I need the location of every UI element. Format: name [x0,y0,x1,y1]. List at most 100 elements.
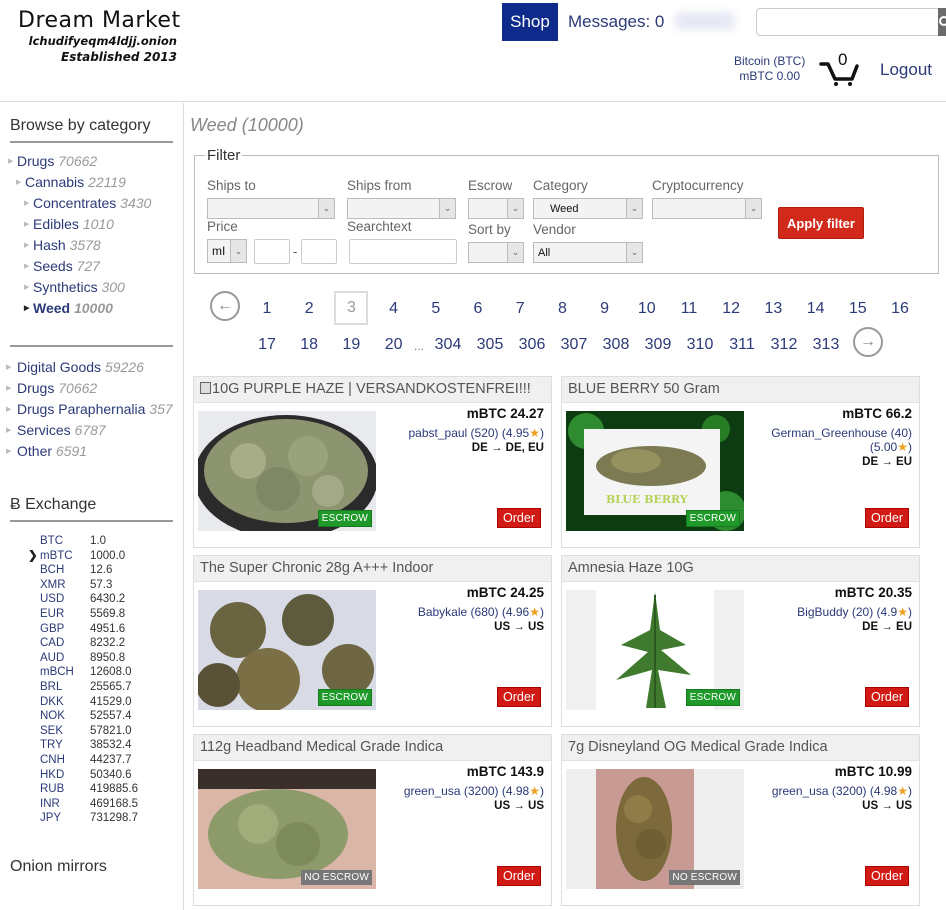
listing-title-link[interactable]: 112g Headband Medical Grade Indica [194,735,551,761]
category-item[interactable]: ▶ Seeds 727 [0,256,183,277]
top-category-item[interactable]: ▶ Services 6787 [0,420,183,441]
page-link[interactable]: 1 [250,299,284,319]
exchange-row[interactable]: CNH 44237.7 [40,753,138,768]
exchange-row[interactable]: JPY 731298.7 [40,811,138,826]
messages-link[interactable]: Messages: 0 [568,12,664,32]
exchange-row[interactable]: INR 469168.5 [40,797,138,812]
exchange-row[interactable]: BRL 25565.7 [40,680,138,695]
listing-image[interactable]: NO ESCROW [198,769,376,889]
page-link[interactable]: 17 [250,335,284,355]
exchange-row[interactable]: SEK 57821.0 [40,724,138,739]
top-category-item[interactable]: ▶ Digital Goods 59226 [0,357,183,378]
page-link[interactable]: 8 [545,299,579,319]
page-link[interactable]: 15 [841,299,875,319]
page-link[interactable]: 4 [377,299,411,319]
listing-title-link[interactable]: BLUE BERRY 50 Gram [562,377,919,403]
listing-image[interactable]: ESCROW [198,411,376,531]
order-button[interactable]: Order [497,866,541,886]
exchange-row[interactable]: BTC 1.0 [40,534,138,549]
listing-image[interactable]: BLUE BERRY ESCROW [566,411,744,531]
vendor-link[interactable]: Babykale (680) (4.96★) [418,605,544,619]
order-button[interactable]: Order [865,508,909,528]
page-link[interactable]: 307 [557,335,591,355]
page-link[interactable]: 305 [473,335,507,355]
next-page-button[interactable]: → [853,327,883,357]
category-item[interactable]: ▶ Synthetics 300 [0,277,183,298]
exchange-row[interactable]: mBCH 12608.0 [40,665,138,680]
page-link[interactable]: 12 [714,299,748,319]
page-link[interactable]: 306 [515,335,549,355]
ships-to-select[interactable]: ⌄ [207,198,335,219]
category-item[interactable]: ▶ Cannabis 22119 [0,172,183,193]
site-logo[interactable]: Dream Market lchudifyeqm4ldjj.onion Esta… [18,8,183,64]
listing-title-link[interactable]: 7g Disneyland OG Medical Grade Indica [562,735,919,761]
vendor-link[interactable]: pabst_paul (520) (4.95★) [408,426,544,440]
page-link[interactable]: 13 [756,299,790,319]
page-link[interactable]: 10 [630,299,664,319]
page-link[interactable]: 309 [641,335,675,355]
exchange-row[interactable]: USD 6430.2 [40,592,138,607]
exchange-row[interactable]: ❯ mBTC 1000.0 [28,549,138,564]
exchange-row[interactable]: EUR 5569.8 [40,607,138,622]
page-link[interactable]: 7 [503,299,537,319]
exchange-row[interactable]: CAD 8232.2 [40,636,138,651]
shop-nav-button[interactable]: Shop [502,3,558,41]
vendor-link[interactable]: green_usa (3200) (4.98★) [404,784,544,798]
page-link[interactable]: 20 [377,335,411,355]
exchange-row[interactable]: BCH 12.6 [40,563,138,578]
category-item[interactable]: ▶ Drugs 70662 [0,151,183,172]
listing-title-link[interactable]: The Super Chronic 28g A+++ Indoor [194,556,551,582]
order-button[interactable]: Order [497,508,541,528]
page-link[interactable]: 6 [461,299,495,319]
listing-title-link[interactable]: 10G PURPLE HAZE | VERSANDKOSTENFREI!!! [194,377,551,403]
search-input[interactable] [756,8,938,36]
cart-button[interactable]: 0 [818,50,862,86]
logout-link[interactable]: Logout [880,60,932,80]
top-category-item[interactable]: ▶ Drugs Paraphernalia 357 [0,399,183,420]
page-link[interactable]: 308 [599,335,633,355]
category-select[interactable]: Weed ⌄ [533,198,643,219]
exchange-row[interactable]: DKK 41529.0 [40,695,138,710]
page-link[interactable]: 19 [334,335,368,355]
top-category-item[interactable]: ▶ Drugs 70662 [0,378,183,399]
page-link[interactable]: 16 [883,299,917,319]
category-item[interactable]: ▶ Edibles 1010 [0,214,183,235]
price-min-input[interactable] [254,239,290,264]
exchange-row[interactable]: GBP 4951.6 [40,622,138,637]
apply-filter-button[interactable]: Apply filter [778,207,864,239]
vendor-link[interactable]: German_Greenhouse (40) [771,426,912,440]
price-unit-select[interactable]: mI ⌄ [207,239,247,263]
page-link[interactable]: 14 [799,299,833,319]
sort-by-select[interactable]: ⌄ [468,242,524,263]
search-button[interactable] [938,8,946,36]
page-link[interactable]: 311 [725,335,759,355]
exchange-row[interactable]: TRY 38532.4 [40,738,138,753]
vendor-link[interactable]: BigBuddy (20) (4.9★) [797,605,912,619]
vendor-link[interactable]: green_usa (3200) (4.98★) [772,784,912,798]
exchange-row[interactable]: XMR 57.3 [40,578,138,593]
escrow-select[interactable]: ⌄ [468,198,524,219]
page-link[interactable]: 18 [292,335,326,355]
category-item[interactable]: ▶ Hash 3578 [0,235,183,256]
listing-image[interactable]: ESCROW [198,590,376,710]
page-link[interactable]: 2 [292,299,326,319]
order-button[interactable]: Order [865,866,909,886]
category-item[interactable]: ▶ Weed 10000 [0,298,183,319]
price-max-input[interactable] [301,239,337,264]
page-link[interactable]: 312 [767,335,801,355]
category-item[interactable]: ▶ Concentrates 3430 [0,193,183,214]
listing-title-link[interactable]: Amnesia Haze 10G [562,556,919,582]
page-link[interactable]: 5 [419,299,453,319]
page-current[interactable]: 3 [334,291,369,325]
order-button[interactable]: Order [497,687,541,707]
order-button[interactable]: Order [865,687,909,707]
listing-image[interactable]: ESCROW [566,590,744,710]
exchange-row[interactable]: HKD 50340.6 [40,768,138,783]
exchange-row[interactable]: AUD 8950.8 [40,651,138,666]
vendor-select[interactable]: All ⌄ [533,242,643,263]
page-link[interactable]: 310 [683,335,717,355]
page-link[interactable]: 304 [431,335,465,355]
cryptocurrency-select[interactable]: ⌄ [652,198,762,219]
exchange-row[interactable]: RUB 419885.6 [40,782,138,797]
listing-image[interactable]: NO ESCROW [566,769,744,889]
